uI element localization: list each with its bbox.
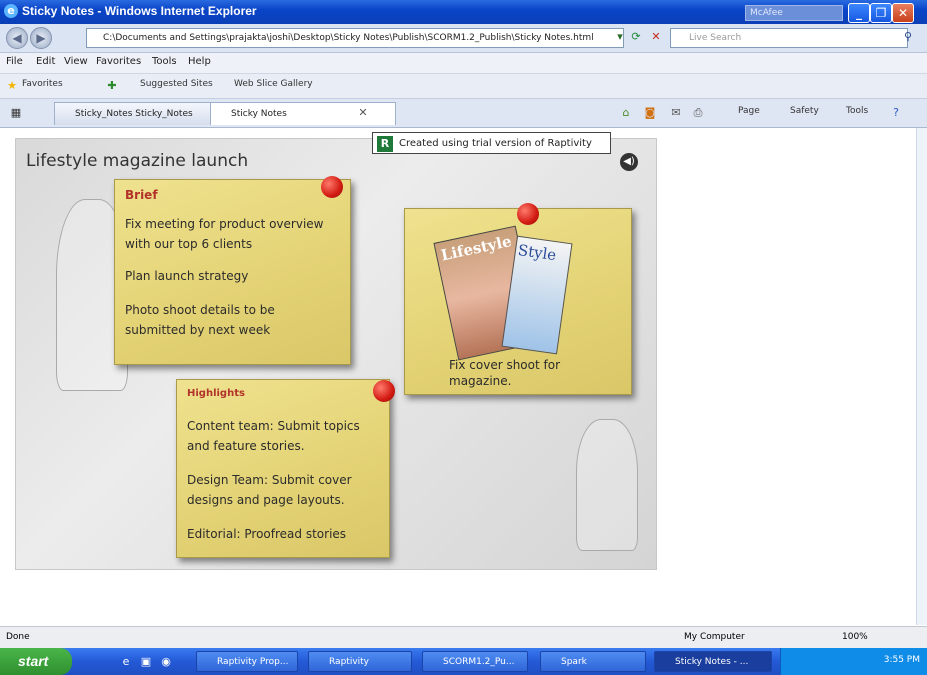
audio-icon[interactable]: ◀) [620,153,638,171]
trial-notice-text: Created using trial version of Raptivity [399,138,592,149]
magazine-title: Style [516,241,558,265]
mail-icon[interactable]: ✉ [668,105,684,121]
url-field[interactable]: C:\Documents and Settings\prajakta\joshi… [86,28,624,48]
quicklaunch-desktop-icon[interactable]: ▣ [138,654,154,670]
note-line: Content team: Submit topics [187,419,360,433]
note-line: Design Team: Submit cover [187,473,352,487]
favorites-button[interactable]: Favorites [22,79,63,89]
task-raptivity-prop[interactable]: Raptivity Prop... [196,651,298,672]
safety-menu[interactable]: Safety [790,106,819,116]
menu-help[interactable]: Help [188,56,211,67]
window-title: Sticky Notes - Windows Internet Explorer [22,4,257,18]
menu-tools[interactable]: Tools [152,56,177,67]
search-icon[interactable]: ⚲ [900,29,916,45]
mcafee-badge[interactable]: McAfee [745,5,843,21]
back-button[interactable]: ◀ [6,27,28,49]
trial-notice: R Created using trial version of Raptivi… [372,132,611,154]
pushpin-icon [321,176,343,198]
quick-tabs-icon[interactable]: ▦ [8,105,24,121]
address-bar: ◀ ▶ C:\Documents and Settings\prajakta\j… [0,24,927,53]
add-favorites-icon[interactable]: ✚ [104,78,120,94]
web-slice-gallery-link[interactable]: Web Slice Gallery [234,79,313,89]
suggested-sites-link[interactable]: Suggested Sites [140,79,213,89]
maximize-button[interactable]: ❐ [870,3,892,23]
close-tab-icon[interactable]: ✕ [355,105,371,121]
raptivity-logo-icon: R [377,136,393,152]
vertical-scrollbar[interactable] [916,128,927,625]
note-line: and feature stories. [187,439,305,453]
note-heading: Brief [125,188,158,202]
note-line: magazine. [449,374,512,388]
start-button[interactable]: start [0,648,72,675]
forward-button[interactable]: ▶ [30,27,52,49]
help-icon[interactable]: ? [888,105,904,121]
pushpin-icon [373,380,395,402]
taskbar: start e ▣ ◉ Raptivity Prop... Raptivity … [0,648,927,675]
menu-view[interactable]: View [64,56,88,67]
favorites-bar: ★ Favorites ✚ Suggested Sites Web Slice … [0,74,927,99]
feeds-icon[interactable]: ◙ [642,105,658,121]
note-line: Editorial: Proofread stories [187,527,347,541]
refresh-icon[interactable]: ⟳ [628,29,644,45]
sticky-note-magazine[interactable]: Lifestyle Style Fix cover shoot for maga… [404,203,632,395]
note-line: submitted by next week [125,323,271,337]
minimize-button[interactable]: _ [848,3,870,23]
page-title: Lifestyle magazine launch [26,151,249,171]
close-button[interactable]: ✕ [892,3,914,23]
print-icon[interactable]: ⎙ [690,105,706,121]
menu-file[interactable]: File [6,56,23,67]
status-bar: Done My Computer 100% [0,626,927,648]
note-line: Plan launch strategy [125,269,249,283]
page-menu[interactable]: Page [738,106,760,116]
pushpin-icon [517,203,539,225]
note-line: designs and page layouts. [187,493,345,507]
zoom-level[interactable]: 100% [842,632,868,642]
sticky-note-highlights[interactable]: Highlights Content team: Submit topics a… [176,379,395,558]
quicklaunch-media-icon[interactable]: ◉ [158,654,174,670]
task-scorm-folder[interactable]: SCORM1.2_Pu... [422,651,528,672]
sticky-notes-stage: ~ ~ ~ Lifestyle magazine launch ◀) Brief… [15,138,657,570]
title-bar: e Sticky Notes - Windows Internet Explor… [0,0,927,24]
quicklaunch-ie-icon[interactable]: e [118,654,134,670]
tools-menu[interactable]: Tools [846,106,868,116]
magazine-title: Lifestyle [439,232,514,265]
sticky-note-brief[interactable]: Brief Fix meeting for product overview w… [114,176,351,365]
tab-sticky-notes-scorm[interactable]: Sticky_Notes Sticky_Notes [54,102,226,125]
dropdown-icon[interactable]: ▾ [612,29,628,45]
status-text: Done [6,632,30,642]
note-line: Photo shoot details to be [125,303,275,317]
menu-bar: File Edit View Favorites Tools Help [0,53,927,74]
task-sticky-notes[interactable]: Sticky Notes - ... [654,651,772,672]
home-icon[interactable]: ⌂ [618,105,634,121]
clock[interactable]: 3:55 PM [884,655,920,665]
stop-icon[interactable]: ✕ [648,29,664,45]
search-input[interactable]: Live Search [670,28,908,48]
note-line: Fix cover shoot for [449,358,561,372]
menu-favorites[interactable]: Favorites [96,56,141,67]
sketch-figure-right [576,419,638,551]
security-zone: My Computer [684,632,745,642]
menu-edit[interactable]: Edit [36,56,55,67]
task-spark[interactable]: Spark [540,651,646,672]
tab-bar: ▦ Sticky_Notes Sticky_Notes Sticky Notes… [0,99,927,128]
ie-logo-icon: e [4,4,18,18]
note-line: with our top 6 clients [125,237,253,251]
favorites-star-icon: ★ [7,79,17,92]
note-line: Fix meeting for product overview [125,217,324,231]
note-heading: Highlights [187,388,245,399]
task-raptivity[interactable]: Raptivity [308,651,412,672]
system-tray: 3:55 PM [780,648,927,675]
